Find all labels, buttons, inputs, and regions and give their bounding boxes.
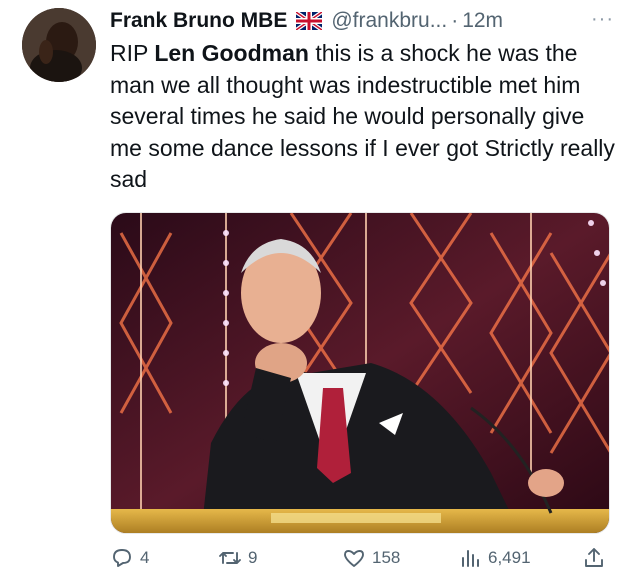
- reply-count: 4: [140, 548, 150, 567]
- tweet-text-bold: Len Goodman: [154, 40, 309, 66]
- views-button[interactable]: 6,491: [458, 546, 531, 570]
- tweet-image[interactable]: [110, 212, 610, 534]
- tweet-header: Frank Bruno MBE @frankbru... · 12m ···: [110, 8, 614, 34]
- tweet-actions: 4 9 158 6,491: [110, 546, 610, 576]
- retweet-icon: [219, 552, 241, 564]
- share-icon: [585, 548, 603, 567]
- tweet-text-prefix: RIP: [110, 40, 155, 66]
- like-count: 158: [372, 548, 401, 567]
- author-name[interactable]: Frank Bruno MBE: [110, 9, 287, 33]
- retweet-button[interactable]: 9: [218, 546, 257, 570]
- views-icon: [462, 550, 479, 567]
- reply-button[interactable]: 4: [110, 546, 149, 570]
- author-handle[interactable]: @frankbru...: [331, 9, 447, 33]
- tweet-text: RIP Len Goodman this is a shock he was t…: [110, 38, 620, 196]
- like-button[interactable]: 158: [342, 546, 400, 570]
- share-button[interactable]: [582, 546, 606, 570]
- tweet-timestamp[interactable]: 12m: [462, 9, 503, 33]
- more-options-icon[interactable]: ···: [591, 8, 614, 31]
- uk-flag-icon: [295, 10, 324, 32]
- heart-icon: [344, 550, 364, 567]
- reply-icon: [113, 549, 131, 567]
- retweet-count: 9: [248, 548, 258, 567]
- author-avatar[interactable]: [22, 8, 96, 82]
- separator-dot: ·: [451, 9, 459, 32]
- view-count: 6,491: [488, 548, 531, 567]
